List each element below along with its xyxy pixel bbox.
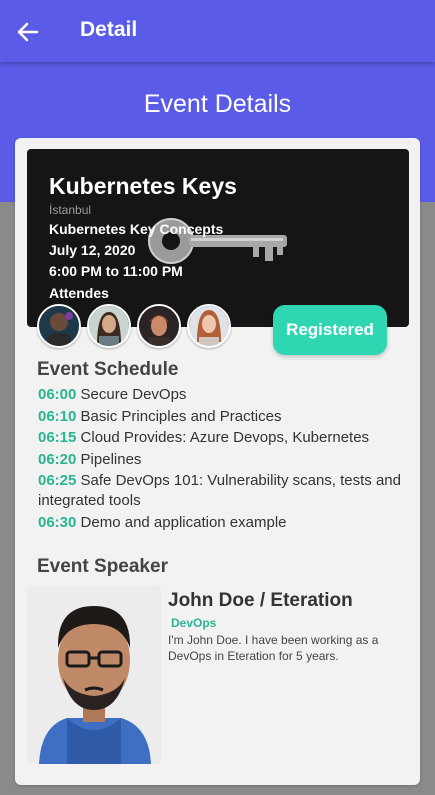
schedule-time: 06:15 [38,429,77,446]
schedule-text: Pipelines [80,450,142,468]
schedule-time: 06:30 [38,513,77,531]
event-date: July 12, 2020 [49,242,136,258]
list-item: 06:25 Safe DevOps 101: Vulnerability sca… [38,471,403,511]
list-item: 06:30 Demo and application example [38,513,403,533]
event-city: İstanbul [49,203,92,217]
schedule-text: Demo and application example [80,513,287,531]
event-subtitle: Kubernetes Key Concepts [49,221,224,237]
event-card: Kubernetes Keys İstanbul Kubernetes Key … [15,138,420,785]
avatar[interactable] [187,304,231,348]
attendee-avatars [37,304,237,348]
app-bar: Detail [0,0,435,62]
registered-button[interactable]: Registered [273,305,387,355]
list-item: 06:10 Basic Principles and Practices [38,407,403,427]
schedule-time: 06:20 [38,450,77,468]
schedule-heading: Event Schedule [37,359,179,380]
avatar[interactable] [87,304,131,348]
event-banner: Kubernetes Keys İstanbul Kubernetes Key … [27,149,409,327]
speaker-photo [27,586,161,764]
schedule-text: Basic Principles and Practices [80,407,282,425]
list-item: 06:20 Pipelines [38,450,403,470]
schedule-time: 06:00 [38,386,77,403]
page-title: Event Details [143,90,292,118]
screen: Detail Event Details Kubernetes Keys İst… [0,0,435,795]
schedule-time: 06:25 [38,472,77,489]
speaker-name: John Doe / Eteration [168,590,353,611]
speaker-bio: I'm John Doe. I have been working as a D… [168,633,379,663]
event-time: 6:00 PM to 11:00 PM [49,263,183,279]
speaker-heading: Event Speaker [37,556,168,577]
avatar[interactable] [37,304,81,348]
schedule-list: 06:00 Secure DevOps 06:10 Basic Principl… [38,385,403,534]
schedule-text: Secure DevOps [80,386,187,403]
avatar[interactable] [137,304,181,348]
list-item: 06:00 Secure DevOps [38,385,403,405]
back-button[interactable] [8,12,48,52]
app-bar-title: Detail [80,18,138,41]
schedule-text: Safe DevOps 101: Vulnerability scans, te… [38,472,401,509]
list-item: 06:15 Cloud Provides: Azure Devops, Kube… [38,428,403,448]
arrow-left-icon [17,22,39,42]
attendees-label: Attendes [49,285,109,301]
speaker-role: DevOps [171,616,217,630]
schedule-time: 06:10 [38,407,77,425]
schedule-text: Cloud Provides: Azure Devops, Kubernetes [80,429,370,446]
event-title: Kubernetes Keys [49,173,237,199]
